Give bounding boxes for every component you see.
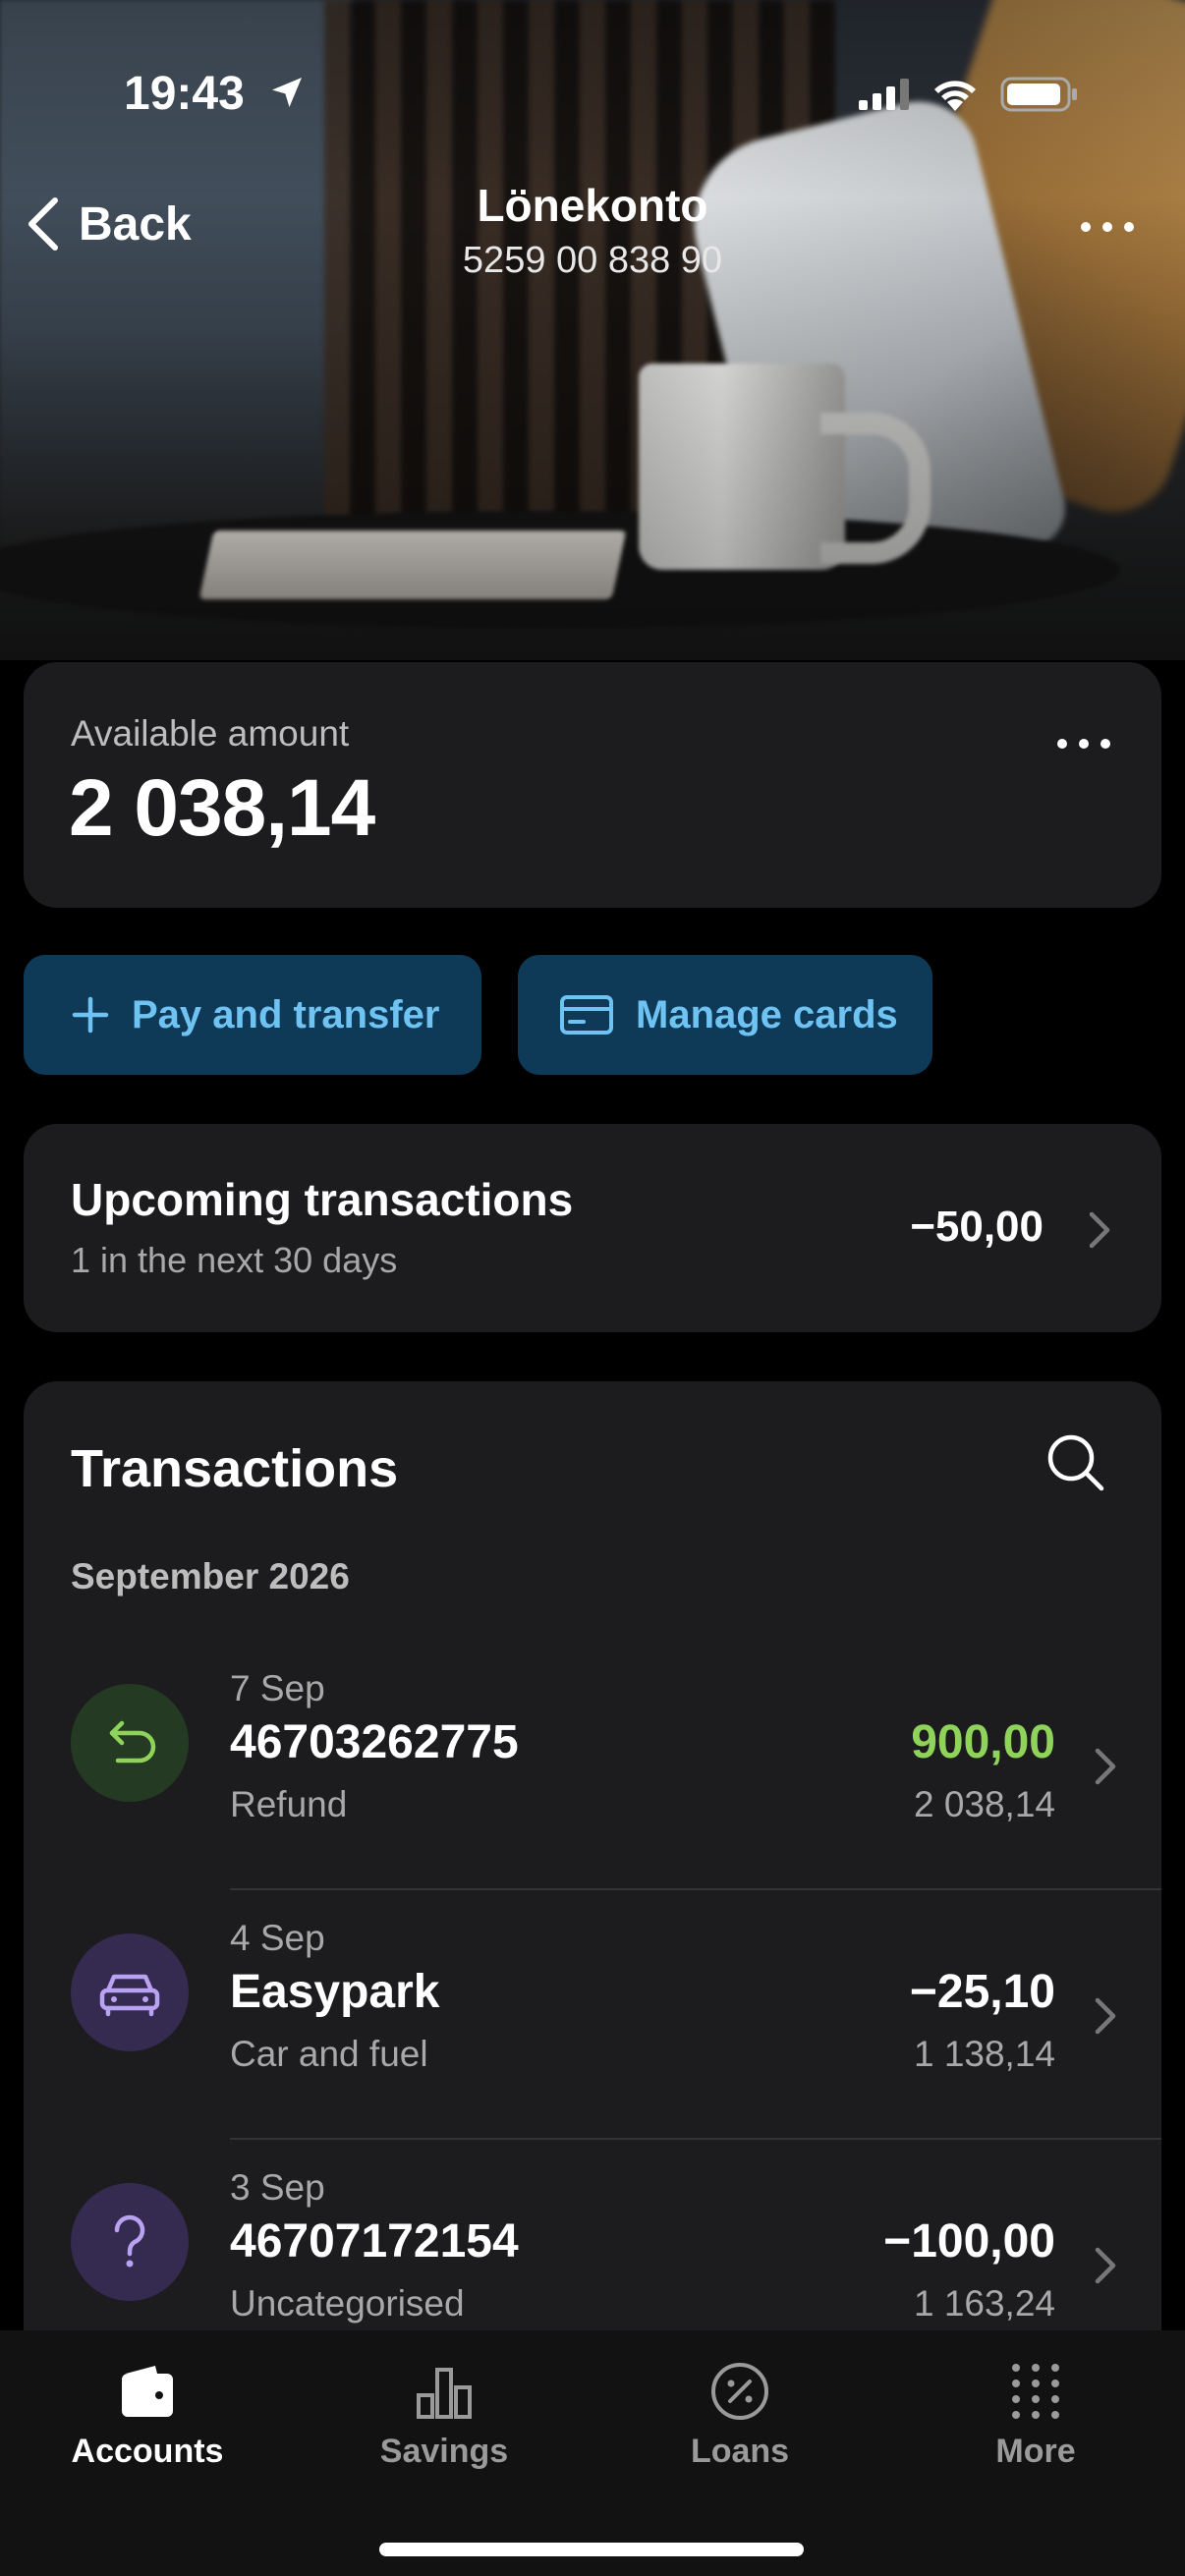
location-arrow-icon [272,78,302,107]
transaction-date: 3 Sep [230,2167,325,2208]
transaction-row[interactable]: 7 Sep 46703262775 Refund 900,00 2 038,14 [24,1641,1161,1890]
plus-icon [72,996,109,1034]
upcoming-transactions-card[interactable]: Upcoming transactions 1 in the next 30 d… [24,1124,1161,1332]
tab-more[interactable]: More [888,2360,1183,2471]
balance-card: Available amount 2 038,14 [24,662,1161,908]
transaction-row[interactable]: 4 Sep Easypark Car and fuel −25,10 1 138… [24,1890,1161,2140]
percent-circle-icon [711,2363,768,2420]
transactions-card: Transactions September 2026 7 Sep 467032… [24,1381,1161,2462]
account-number: 5259 00 838 90 [462,240,723,281]
home-indicator[interactable] [379,2543,804,2556]
transaction-date: 7 Sep [230,1668,325,1708]
transaction-name: 46707172154 [230,2215,519,2268]
tab-savings-label: Savings [379,2433,509,2470]
chevron-right-icon [1095,1997,1116,2035]
balance-more-icon[interactable] [1057,739,1110,749]
transaction-balance: 2 038,14 [913,1784,1055,1824]
pay-and-transfer-button[interactable]: Pay and transfer [24,955,481,1075]
manage-cards-button[interactable]: Manage cards [518,955,932,1075]
upcoming-subtitle: 1 in the next 30 days [71,1240,398,1280]
tab-accounts-label: Accounts [71,2433,224,2470]
refund-arrow-icon [71,1684,189,1802]
transaction-date: 4 Sep [230,1918,325,1958]
chevron-right-icon [1089,1211,1110,1249]
pay-and-transfer-label: Pay and transfer [132,992,440,1036]
tab-loans[interactable]: Loans [592,2360,887,2471]
upcoming-amount: −50,00 [910,1203,1044,1251]
card-icon [560,995,613,1035]
signal-icon [859,79,909,110]
tab-savings[interactable]: Savings [297,2360,592,2471]
transaction-amount: −100,00 [883,2215,1055,2268]
transaction-category: Refund [230,1784,348,1824]
car-icon [71,1933,189,2051]
transaction-name: Easypark [230,1966,440,2018]
transaction-balance: 1 163,24 [913,2283,1055,2324]
transaction-category: Uncategorised [230,2283,465,2324]
transaction-balance: 1 138,14 [913,2034,1055,2074]
status-time: 19:43 [124,68,245,120]
wallet-icon [122,2366,173,2417]
battery-icon [1000,77,1077,112]
balance-value: 2 038,14 [69,763,375,853]
search-icon[interactable] [1045,1432,1106,1493]
status-icons [859,77,1079,112]
tab-bar: Accounts Savings Loans More [0,2330,1185,2576]
bar-chart-icon [417,2368,472,2419]
tab-more-label: More [995,2433,1076,2470]
transaction-amount: −25,10 [909,1966,1055,2018]
month-header: September 2026 [71,1556,350,1596]
balance-label: Available amount [71,713,350,754]
page-title: Lönekonto [477,180,708,231]
chevron-right-icon [1095,1748,1116,1785]
upcoming-title: Upcoming transactions [71,1174,574,1225]
manage-cards-label: Manage cards [636,992,898,1036]
question-mark-icon [71,2183,189,2301]
transactions-title: Transactions [71,1439,399,1498]
more-options-icon[interactable] [1081,222,1134,232]
transaction-category: Car and fuel [230,2034,428,2074]
transaction-name: 46703262775 [230,1716,519,1768]
wifi-icon [934,81,976,111]
chevron-right-icon [1095,2247,1116,2284]
tab-loans-label: Loans [690,2433,790,2470]
grid-dots-icon [1012,2364,1059,2419]
tab-accounts[interactable]: Accounts [0,2360,295,2471]
transaction-amount: 900,00 [911,1716,1055,1768]
